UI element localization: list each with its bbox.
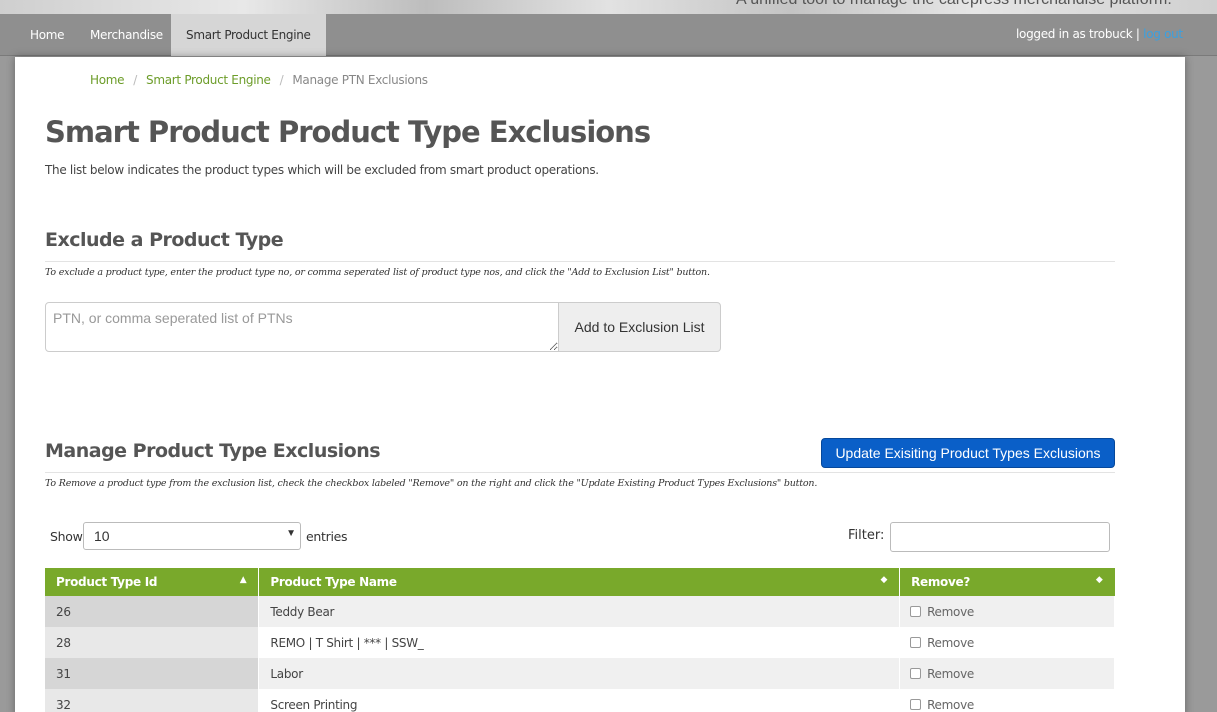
product-type-name-cell: Teddy Bear	[258, 596, 901, 627]
product-type-name-cell: Screen Printing	[258, 689, 901, 712]
dropdown-caret-icon: ▼	[286, 528, 296, 539]
filter-label: Filter:	[848, 528, 885, 543]
remove-cell: Remove	[899, 596, 1115, 627]
column-header-product-type-name[interactable]: Product Type Name ◆	[258, 568, 901, 596]
manage-section-title: Manage Product Type Exclusions	[45, 440, 381, 462]
breadcrumb-smart-product-engine[interactable]: Smart Product Engine	[146, 73, 271, 87]
breadcrumb: Home / Smart Product Engine / Manage PTN Exc…	[90, 73, 428, 87]
remove-label: Remove	[927, 666, 974, 681]
update-exclusions-button[interactable]: Update Exisiting Product Types Exclusion…	[821, 438, 1115, 468]
product-type-id-cell: 26	[45, 596, 260, 627]
manage-section-note: To Remove a product type from the exclus…	[45, 478, 818, 489]
remove-cell: Remove	[899, 658, 1115, 689]
header-banner: A unified tool to manage the carepress m…	[0, 0, 1217, 14]
breadcrumb-separator: /	[133, 73, 137, 87]
remove-label: Remove	[927, 604, 974, 619]
product-type-id-cell: 31	[45, 658, 260, 689]
table-row: 28 REMO | T Shirt | *** | SSW_ Remove	[45, 627, 1115, 658]
column-header-product-type-id[interactable]: Product Type Id ▲	[45, 568, 260, 596]
product-type-name-cell: REMO | T Shirt | *** | SSW_	[258, 627, 901, 658]
nav-merchandise[interactable]: Merchandise	[75, 14, 178, 56]
product-type-id-cell: 32	[45, 689, 260, 712]
main-panel: Home / Smart Product Engine / Manage PTN Exc…	[15, 57, 1185, 712]
product-type-id-cell: 28	[45, 627, 260, 658]
remove-label: Remove	[927, 697, 974, 712]
section-divider	[45, 261, 1115, 262]
table-row: 31 Labor Remove	[45, 658, 1115, 689]
user-status: logged in as trobuck | log out	[1016, 14, 1183, 54]
page-size-value: 10	[94, 528, 110, 544]
remove-cell: Remove	[899, 689, 1115, 712]
sort-ascending-icon: ▲	[239, 575, 247, 585]
remove-checkbox[interactable]	[910, 605, 922, 617]
nav-home[interactable]: Home	[15, 14, 79, 56]
column-header-label: Product Type Id	[56, 575, 158, 589]
ptn-input[interactable]	[45, 302, 559, 352]
section-divider	[45, 472, 1115, 473]
nav-smart-product-engine[interactable]: Smart Product Engine	[171, 14, 326, 56]
page-title: Smart Product Product Type Exclusions	[45, 115, 651, 149]
breadcrumb-separator: /	[279, 73, 284, 87]
column-header-label: Product Type Name	[270, 575, 397, 589]
nav-separator: |	[1135, 27, 1140, 41]
breadcrumb-current: Manage PTN Exclusions	[292, 73, 428, 87]
page-size-select[interactable]: 10 ▼	[83, 522, 301, 550]
logged-in-text: logged in as trobuck	[1016, 27, 1133, 41]
table-row: 32 Screen Printing Remove	[45, 689, 1115, 712]
logout-link[interactable]: log out	[1143, 27, 1183, 41]
banner-tagline: A unified tool to manage the carepress m…	[736, 0, 1172, 9]
remove-checkbox[interactable]	[910, 636, 922, 648]
breadcrumb-home[interactable]: Home	[90, 73, 125, 87]
remove-checkbox[interactable]	[910, 698, 922, 710]
remove-label: Remove	[927, 635, 974, 650]
sort-both-icon: ◆	[1095, 575, 1103, 585]
column-header-label: Remove?	[911, 575, 971, 589]
table-header-row: Product Type Id ▲ Product Type Name ◆ Re…	[45, 568, 1115, 596]
exclude-section-note: To exclude a product type, enter the pro…	[45, 267, 710, 278]
product-type-name-cell: Labor	[258, 658, 901, 689]
remove-checkbox[interactable]	[910, 667, 922, 679]
show-label: Show	[50, 529, 83, 544]
add-to-exclusion-list-button[interactable]: Add to Exclusion List	[558, 302, 721, 352]
column-header-remove[interactable]: Remove? ◆	[899, 568, 1115, 596]
sort-both-icon: ◆	[880, 575, 888, 585]
remove-cell: Remove	[899, 627, 1115, 658]
page-description: The list below indicates the product typ…	[45, 163, 599, 177]
exclude-section-title: Exclude a Product Type	[45, 229, 284, 251]
entries-label: entries	[306, 529, 348, 544]
exclusions-table: Product Type Id ▲ Product Type Name ◆ Re…	[45, 568, 1115, 712]
filter-input[interactable]	[890, 522, 1110, 552]
top-navbar: Home Merchandise Smart Product Engine lo…	[0, 14, 1217, 56]
table-row: 26 Teddy Bear Remove	[45, 596, 1115, 627]
